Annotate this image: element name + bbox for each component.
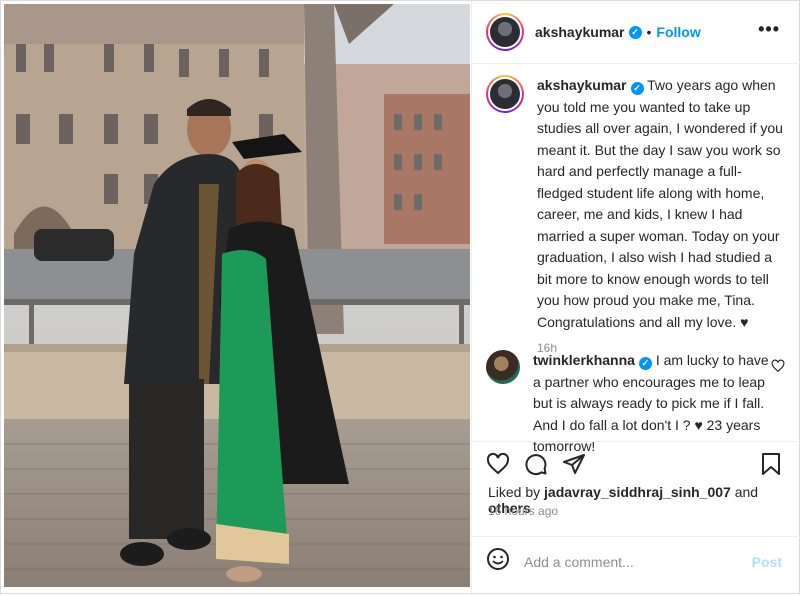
photo-graduation-couple <box>4 4 470 587</box>
post-photo[interactable] <box>4 4 470 587</box>
commenter-avatar[interactable] <box>486 350 520 384</box>
post-dialog: akshaykumar ✓ • Follow ••• akshaykumar ✓ … <box>0 0 800 595</box>
caption-text: Two years ago when you told me you wante… <box>537 77 783 330</box>
comment-input[interactable] <box>524 553 744 570</box>
heart-icon <box>486 452 510 475</box>
post-caption: akshaykumar ✓ Two years ago when you told… <box>486 75 786 355</box>
post-sidebar: akshaykumar ✓ • Follow ••• akshaykumar ✓ … <box>471 1 800 595</box>
likes-prefix: Liked by <box>488 484 541 500</box>
bookmark-icon <box>762 453 780 475</box>
follow-button[interactable]: Follow <box>656 24 700 40</box>
separator-dot: • <box>646 24 652 40</box>
comment-button[interactable] <box>524 452 548 476</box>
verified-badge-icon: ✓ <box>638 357 652 370</box>
post-timestamp[interactable]: 16 hours ago <box>488 504 558 518</box>
add-comment-bar: Post <box>472 536 800 586</box>
like-button[interactable] <box>486 452 510 476</box>
caption-author-username[interactable]: akshaykumar <box>537 77 627 93</box>
author-username[interactable]: akshaykumar <box>535 24 625 40</box>
post-header: akshaykumar ✓ • Follow ••• <box>472 1 800 64</box>
verified-badge-icon: ✓ <box>628 25 642 39</box>
comment-icon <box>525 454 547 476</box>
likes-user-link[interactable]: jadavray_siddhraj_sinh_007 <box>544 484 731 500</box>
caption-body: akshaykumar ✓ Two years ago when you told… <box>537 75 786 333</box>
likes-joiner: and <box>734 484 759 500</box>
post-comment-button[interactable]: Post <box>752 554 782 570</box>
author-avatar[interactable] <box>486 13 524 51</box>
more-options-icon[interactable]: ••• <box>758 19 780 40</box>
emoji-button[interactable] <box>486 547 510 576</box>
verified-badge-icon: ✓ <box>630 82 644 95</box>
commenter-username[interactable]: twinklerkhanna <box>533 352 635 368</box>
caption-author-avatar[interactable] <box>486 75 524 113</box>
heart-outline-icon[interactable] <box>771 359 785 373</box>
paper-plane-icon <box>563 454 585 474</box>
save-button[interactable] <box>760 452 782 476</box>
share-button[interactable] <box>562 452 586 476</box>
action-bar: Liked by jadavray_siddhraj_sinh_007 and … <box>472 441 800 536</box>
emoji-smile-icon <box>487 548 509 570</box>
